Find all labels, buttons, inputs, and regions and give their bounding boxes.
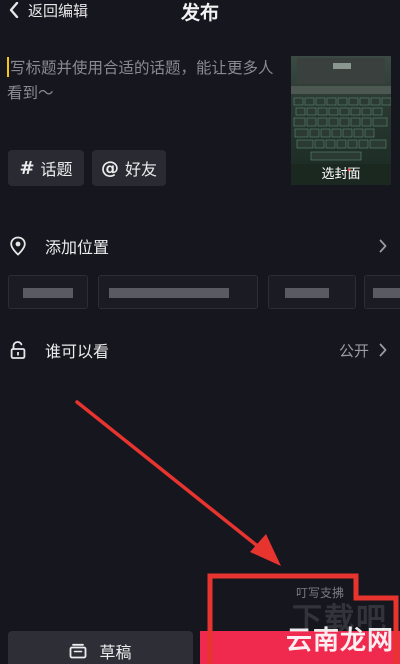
text-caret — [7, 57, 9, 77]
header: 返回编辑 发布 — [0, 0, 400, 24]
caption-input[interactable]: 写标题并使用合适的话题，能让更多人看到～ — [7, 56, 279, 106]
cover-picker[interactable]: 选封面 — [291, 56, 391, 185]
watermark-text: 云南龙网 — [285, 626, 394, 656]
topic-chip-label: 话题 — [40, 160, 73, 179]
page-title: 发布 — [180, 2, 219, 24]
topic-chip[interactable]: # 话题 — [8, 150, 84, 186]
mention-friend-chip[interactable]: @ 好友 — [92, 150, 166, 186]
publish-screen: 返回编辑 发布 写标题并使用合适的话题，能让更多人看到～ 选封面 # 话题 @ … — [0, 0, 400, 664]
location-suggestion-pill[interactable] — [98, 275, 258, 309]
annotation-arrow-head — [250, 534, 281, 566]
location-pin-icon — [10, 236, 26, 256]
draft-button[interactable]: 草稿 — [8, 631, 193, 664]
privacy-value: 公开 — [338, 341, 369, 360]
annotation-arrow-line — [75, 400, 267, 554]
lock-icon — [10, 341, 26, 359]
hashtag-icon: # — [19, 157, 35, 179]
location-suggestion-pill[interactable] — [364, 275, 400, 309]
friend-chip-label: 好友 — [124, 160, 157, 179]
location-suggestion-pill[interactable] — [8, 275, 88, 309]
privacy-label: 谁可以看 — [45, 342, 110, 361]
location-suggestions — [0, 275, 400, 309]
location-suggestion-pill[interactable] — [268, 275, 356, 309]
draft-label: 草稿 — [99, 643, 132, 662]
caption-placeholder: 写标题并使用合适的话题，能让更多人看到～ — [7, 59, 274, 102]
cover-label: 选封面 — [321, 167, 361, 182]
at-icon: @ — [100, 157, 119, 179]
add-location-label: 添加位置 — [45, 238, 110, 257]
add-location-row[interactable]: 添加位置 — [0, 224, 400, 268]
draft-box-icon — [70, 643, 87, 659]
privacy-row[interactable]: 谁可以看 公开 — [0, 328, 400, 372]
chevron-right-icon — [379, 239, 387, 253]
chevron-right-icon — [379, 343, 387, 357]
